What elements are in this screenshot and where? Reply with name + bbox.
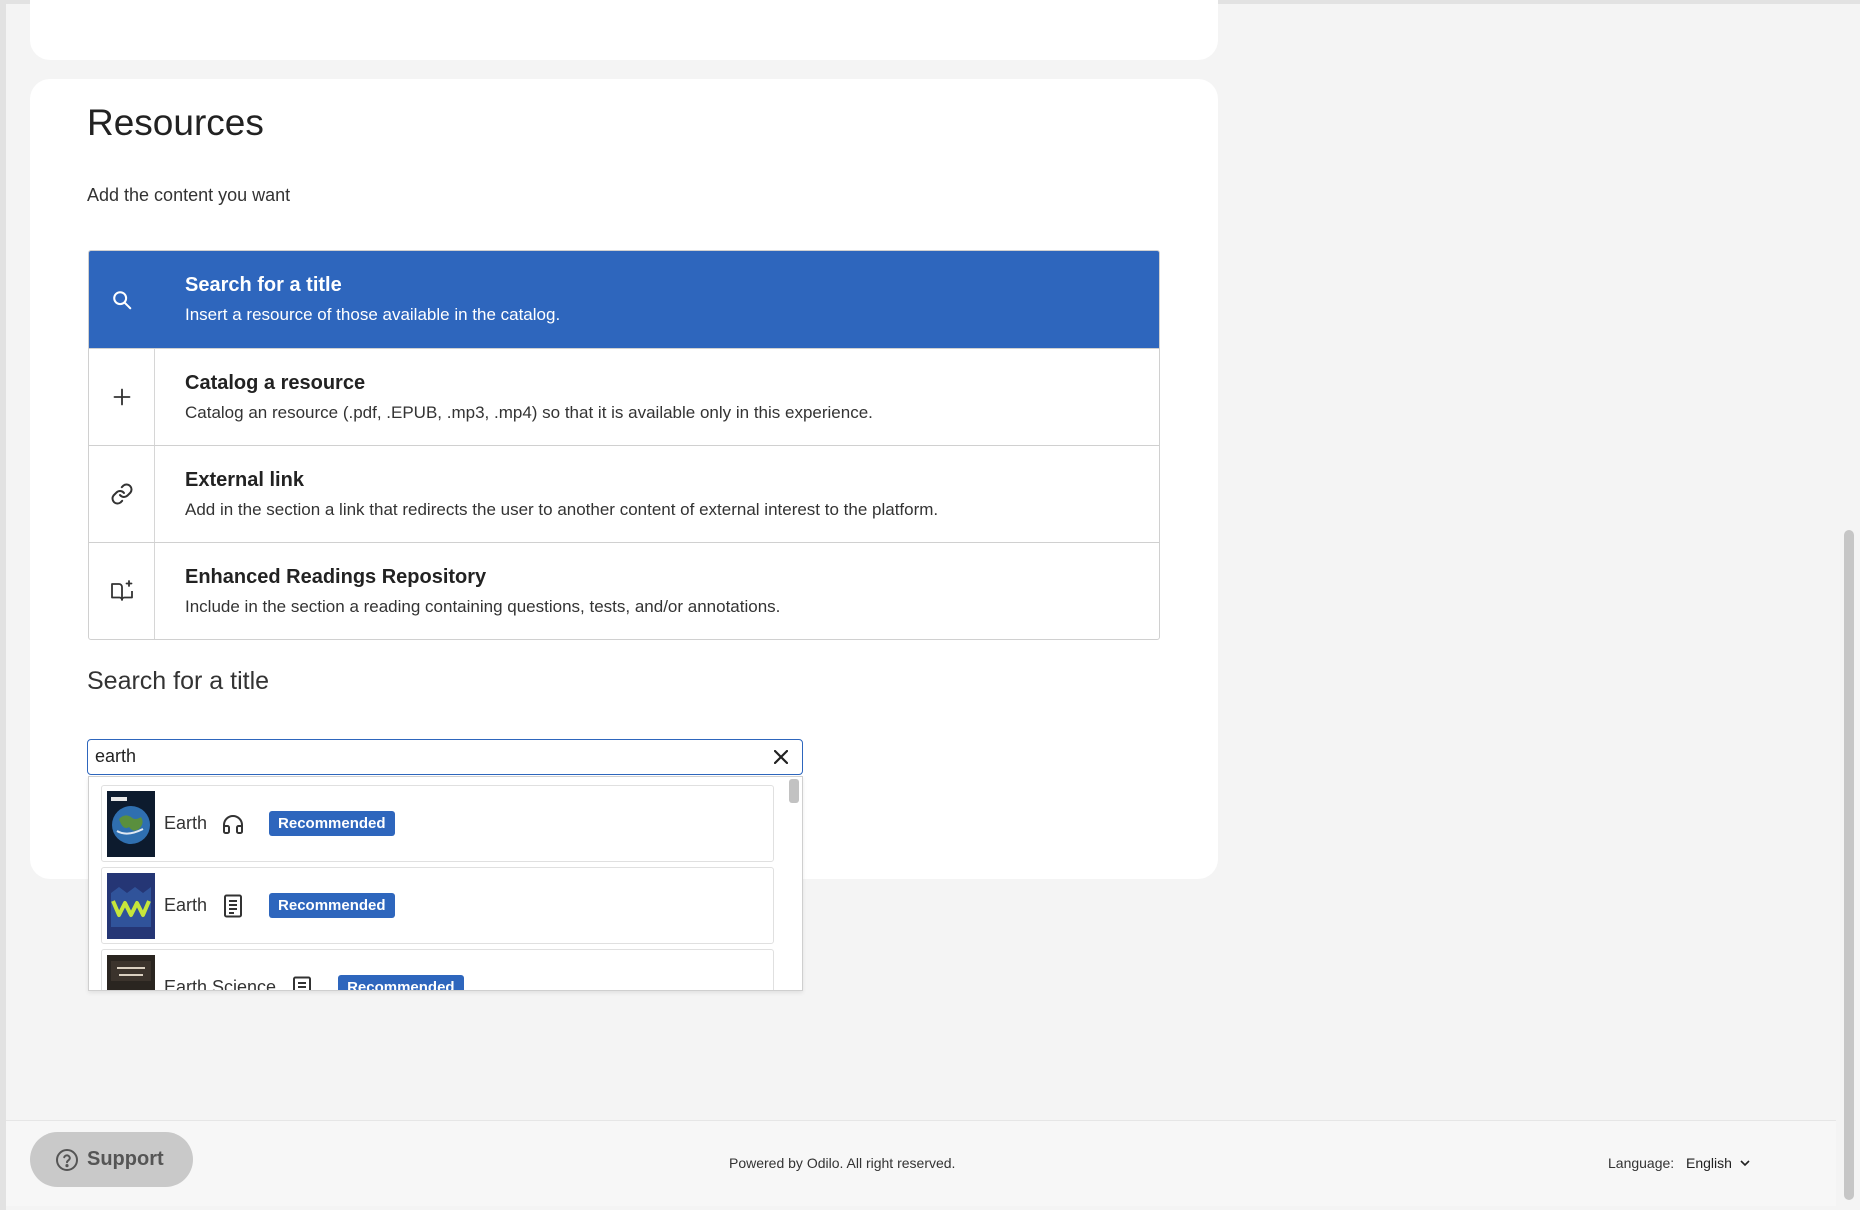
search-result-item[interactable]: Earth Recommended [101, 867, 774, 944]
resource-type-options: Search for a title Insert a resource of … [88, 250, 1160, 640]
book-cover-image [107, 872, 155, 939]
result-title: Earth [164, 895, 208, 915]
footer: Support Powered by Odilo. All right rese… [6, 1120, 1836, 1206]
book-cover-image [107, 790, 155, 857]
resources-title: Resources [87, 102, 264, 143]
search-heading: Search for a title [87, 667, 270, 695]
option-external-link[interactable]: External link Add in the section a link … [89, 445, 1159, 542]
plus-icon [89, 349, 155, 445]
page-scrollbar[interactable] [1844, 530, 1854, 1200]
recommended-badge: Recommended [269, 893, 395, 918]
option-title: Search for a title [185, 274, 342, 296]
document-icon [219, 892, 247, 920]
recommended-badge: Recommended [269, 811, 395, 836]
result-title: Earth Science [164, 977, 277, 991]
option-enhanced-readings[interactable]: Enhanced Readings Repository Include in … [89, 542, 1159, 639]
link-icon [89, 446, 155, 542]
result-title: Earth [164, 813, 208, 833]
language-label: Language: [1608, 1155, 1675, 1171]
copyright-text: Powered by Odilo. All right reserved. [729, 1155, 956, 1171]
close-icon [774, 750, 788, 764]
option-title: Catalog a resource [185, 371, 366, 394]
resources-subtitle: Add the content you want [87, 185, 291, 205]
language-value: English [1686, 1155, 1732, 1171]
option-description: Insert a resource of those available in … [185, 305, 561, 324]
search-result-item[interactable]: Earth Science Recommended [101, 949, 774, 991]
document-icon [288, 974, 316, 990]
language-select[interactable]: English [1686, 1155, 1750, 1171]
option-title: External link [185, 468, 304, 491]
title-search-box [87, 739, 803, 775]
option-catalog-resource[interactable]: Catalog a resource Catalog an resource (… [89, 348, 1159, 445]
book-sparkle-icon [89, 543, 155, 639]
support-label: Support [87, 1148, 164, 1170]
chevron-down-icon [1740, 1159, 1750, 1166]
option-description: Include in the section a reading contain… [185, 596, 781, 616]
option-description: Add in the section a link that redirects… [185, 499, 939, 519]
dropdown-scrollbar[interactable] [789, 779, 799, 803]
option-search-title[interactable]: Search for a title Insert a resource of … [89, 251, 1159, 348]
recommended-badge: Recommended [338, 975, 464, 990]
search-icon [89, 251, 155, 348]
previous-section-card [30, 0, 1218, 60]
book-cover-image [107, 954, 155, 990]
headphones-icon [219, 810, 247, 838]
clear-search-button[interactable] [770, 746, 792, 768]
title-search-input[interactable] [88, 740, 748, 773]
search-results-dropdown[interactable]: Earth Recommended Earth Recommended Eart… [88, 776, 803, 991]
search-result-item[interactable]: Earth Recommended [101, 785, 774, 862]
support-button[interactable]: Support [30, 1132, 193, 1187]
help-icon [56, 1148, 78, 1171]
option-description: Catalog an resource (.pdf, .EPUB, .mp3, … [185, 402, 873, 422]
option-title: Enhanced Readings Repository [185, 565, 487, 588]
